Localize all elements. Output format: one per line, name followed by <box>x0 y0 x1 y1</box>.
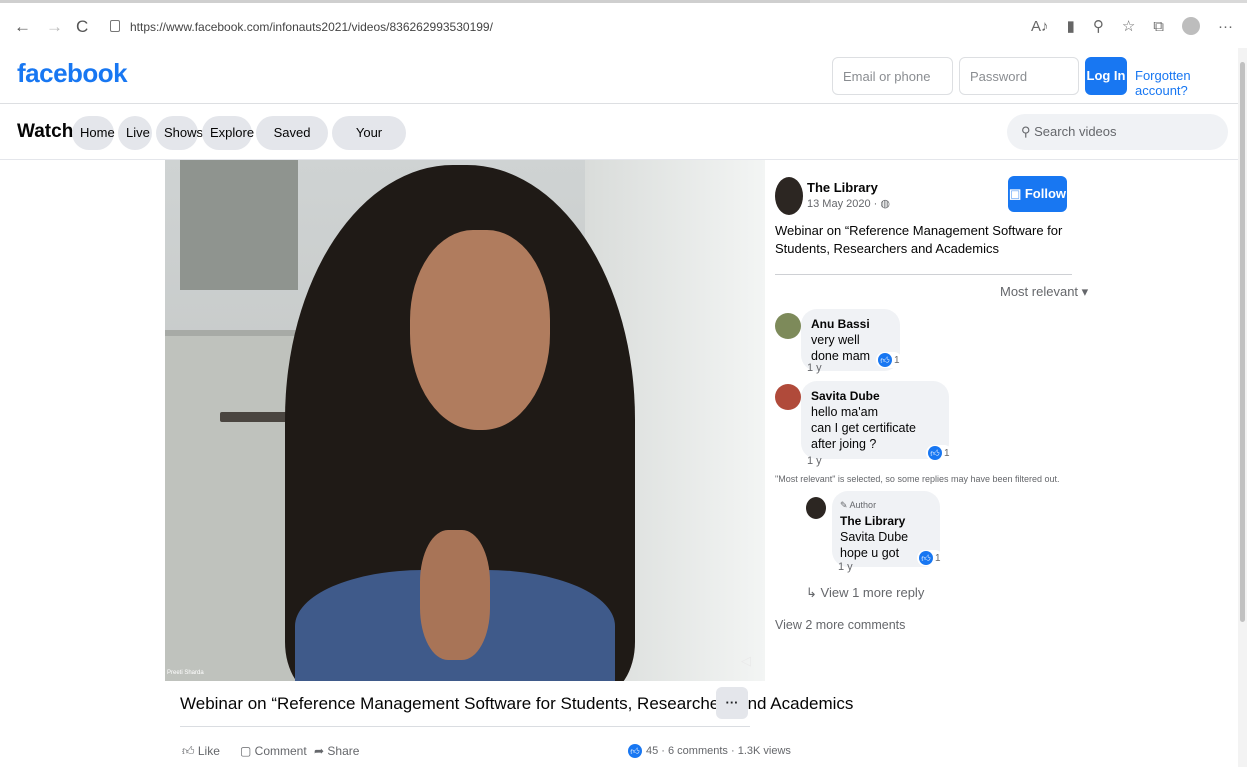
video-scene-element <box>165 330 300 681</box>
reaction-count[interactable]: 👍︎ 1 <box>926 445 952 461</box>
filter-note: "Most relevant" is selected, so some rep… <box>775 474 1060 484</box>
stats-text: 45 · 6 comments · 1.3K views <box>646 745 791 757</box>
tab-home[interactable]: Home <box>72 116 115 150</box>
share-icon: ➦ <box>314 744 328 758</box>
video-scene-element <box>420 530 490 660</box>
address-bar[interactable]: https://www.facebook.com/infonauts2021/v… <box>130 20 493 34</box>
comment-author[interactable]: Anu Bassi <box>811 316 890 332</box>
like-label: Like <box>197 744 220 758</box>
reply-arrow-icon: ↳ <box>806 585 821 600</box>
reload-icon[interactable]: C <box>76 17 88 37</box>
tab-strip-line <box>0 0 810 3</box>
read-aloud-icon[interactable]: A♪ <box>1031 18 1049 35</box>
view-reply-label: View 1 more reply <box>820 585 925 600</box>
sort-dropdown[interactable]: Most relevant ▾ <box>1000 284 1088 300</box>
like-button[interactable]: 👍︎ Like <box>182 744 220 759</box>
tab-shows[interactable]: Shows <box>156 116 203 150</box>
video-title: Webinar on “Reference Management Softwar… <box>180 694 854 713</box>
video-scene-element <box>220 412 290 422</box>
thumbs-up-icon: 👍︎ <box>182 744 198 758</box>
reaction-count[interactable]: 👍︎ 1 <box>917 550 943 566</box>
comment-time[interactable]: 1 y <box>807 362 822 374</box>
watch-title: Watch <box>17 121 74 142</box>
login-button[interactable]: Log In <box>1085 57 1127 95</box>
divider <box>180 726 750 727</box>
comment-text: hello ma'am <box>811 405 878 419</box>
facebook-header: facebook Email or phone Password Log In … <box>0 48 1247 104</box>
view-more-comments-link[interactable]: View 2 more comments <box>775 618 905 632</box>
comment-text: can I get certificate after joing ? <box>811 421 916 451</box>
forgotten-account-link[interactable]: Forgotten account? <box>1135 68 1247 98</box>
follow-button[interactable]: ▣ Follow <box>1008 176 1067 212</box>
video-scene-element <box>180 160 298 290</box>
reaction-number: 1 <box>894 354 900 366</box>
share-label: Share <box>327 744 360 758</box>
email-field[interactable]: Email or phone <box>832 57 953 95</box>
like-reaction-icon: 👍︎ <box>919 551 933 565</box>
share-button[interactable]: ➦ Share <box>314 744 359 758</box>
scrollbar-thumb[interactable] <box>1240 62 1245 622</box>
reaction-count[interactable]: 👍︎ 1 <box>876 352 902 368</box>
comment-button[interactable]: ▢ Comment <box>240 744 307 758</box>
tab-explore[interactable]: Explore <box>202 116 254 150</box>
avatar[interactable] <box>775 384 801 410</box>
reply-author[interactable]: The Library <box>840 513 932 529</box>
globe-icon: ◍ <box>880 198 890 210</box>
post-description: Webinar on “Reference Management Softwar… <box>775 223 1063 256</box>
avatar[interactable] <box>806 497 826 519</box>
view-more-replies-link[interactable]: ↳ View 1 more reply <box>806 585 924 601</box>
follow-label: Follow <box>1024 186 1067 201</box>
video-stats[interactable]: 👍︎ 45 · 6 comments · 1.3K views <box>628 744 791 758</box>
browser-extensions: A♪ ▮ ⚲ ☆ ⧉ ··· <box>1031 17 1233 35</box>
pencil-icon: ✎ <box>840 500 850 510</box>
reaction-number: 1 <box>935 552 941 564</box>
menu-icon[interactable]: ··· <box>1218 18 1233 35</box>
divider <box>775 274 1072 275</box>
comment-time[interactable]: 1 y <box>807 455 822 467</box>
badge-label: Author <box>849 500 877 510</box>
presenter-name-tag: Preeti Sharda <box>167 670 204 676</box>
reaction-number: 1 <box>944 447 950 459</box>
extension-icon[interactable]: ▮ <box>1067 17 1075 35</box>
page-name[interactable]: The Library <box>807 180 878 195</box>
favorites-icon[interactable]: ☆ <box>1122 17 1135 35</box>
back-icon[interactable]: ← <box>14 17 31 37</box>
puzzle-icon[interactable]: ⚲ <box>1093 17 1104 35</box>
search-placeholder: Search videos <box>1034 124 1117 139</box>
forward-icon[interactable]: → <box>46 17 63 37</box>
avatar[interactable] <box>775 313 801 339</box>
like-reaction-icon: 👍︎ <box>928 446 942 460</box>
search-icon: ⚲ <box>1021 124 1035 139</box>
author-badge: ✎ Author <box>840 497 932 513</box>
avatar[interactable] <box>775 177 803 215</box>
password-field[interactable]: Password <box>959 57 1079 95</box>
page-icon: ▣ <box>1008 186 1025 201</box>
tab-your-watchlist[interactable]: Your watchlist <box>332 116 406 174</box>
post-date[interactable]: 13 May 2020 · ◍ <box>807 197 890 210</box>
video-scene-element <box>410 230 550 430</box>
comment-author[interactable]: Savita Dube <box>811 388 939 404</box>
profile-icon[interactable] <box>1182 17 1200 35</box>
lock-icon[interactable] <box>110 20 120 32</box>
like-reaction-icon: 👍︎ <box>878 353 892 367</box>
video-player[interactable]: Preeti Sharda ◁ <box>165 160 765 681</box>
reply-time[interactable]: 1 y <box>838 561 853 573</box>
tab-live[interactable]: Live <box>118 116 152 150</box>
watch-navbar: Watch Home Live Shows Explore Saved vide… <box>0 104 1247 174</box>
volume-icon[interactable]: ◁ <box>741 653 751 669</box>
search-videos-input[interactable]: ⚲ Search videos <box>1007 114 1228 150</box>
tab-saved-videos[interactable]: Saved videos <box>256 116 328 174</box>
comment-icon: ▢ <box>240 744 255 758</box>
date-text: 13 May 2020 · <box>807 198 881 210</box>
collections-icon[interactable]: ⧉ <box>1153 18 1164 35</box>
facebook-logo[interactable]: facebook <box>17 58 128 89</box>
comment-label: Comment <box>254 744 307 758</box>
like-reaction-icon: 👍︎ <box>628 744 642 758</box>
browser-toolbar: ← → C https://www.facebook.com/infonauts… <box>0 0 1247 48</box>
more-options-button[interactable]: ··· <box>716 687 748 719</box>
